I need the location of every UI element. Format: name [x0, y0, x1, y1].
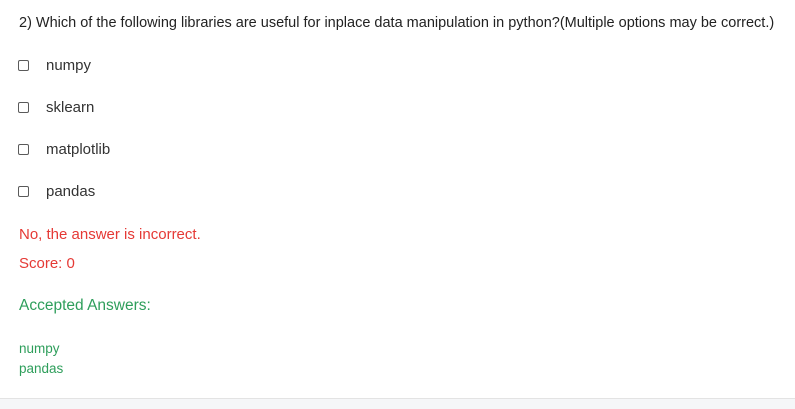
accepted-answers-title: Accepted Answers:: [19, 297, 151, 314]
option-sklearn[interactable]: sklearn: [17, 97, 110, 117]
options-list: numpy sklearn matplotlib pandas: [17, 55, 110, 223]
checkbox-matplotlib[interactable]: [18, 143, 29, 155]
option-label-sklearn: sklearn: [46, 98, 95, 116]
accepted-answer-item: pandas: [19, 361, 64, 376]
option-label-matplotlib: matplotlib: [46, 140, 111, 158]
question-text: 2) Which of the following libraries are …: [19, 15, 775, 31]
accepted-answer-item: numpy: [19, 341, 60, 356]
checkbox-pandas[interactable]: [18, 185, 29, 197]
option-numpy[interactable]: numpy: [17, 55, 110, 75]
option-label-numpy: numpy: [46, 56, 92, 74]
feedback-message: No, the answer is incorrect.: [19, 226, 201, 243]
accepted-answers-list: numpy pandas: [19, 339, 63, 379]
option-label-pandas: pandas: [46, 182, 96, 200]
checkbox-numpy[interactable]: [18, 59, 29, 71]
option-matplotlib[interactable]: matplotlib: [17, 139, 110, 159]
checkbox-sklearn[interactable]: [18, 101, 29, 113]
option-pandas[interactable]: pandas: [17, 181, 110, 201]
footer-strip: [0, 399, 795, 409]
score-text: Score: 0: [19, 255, 75, 272]
